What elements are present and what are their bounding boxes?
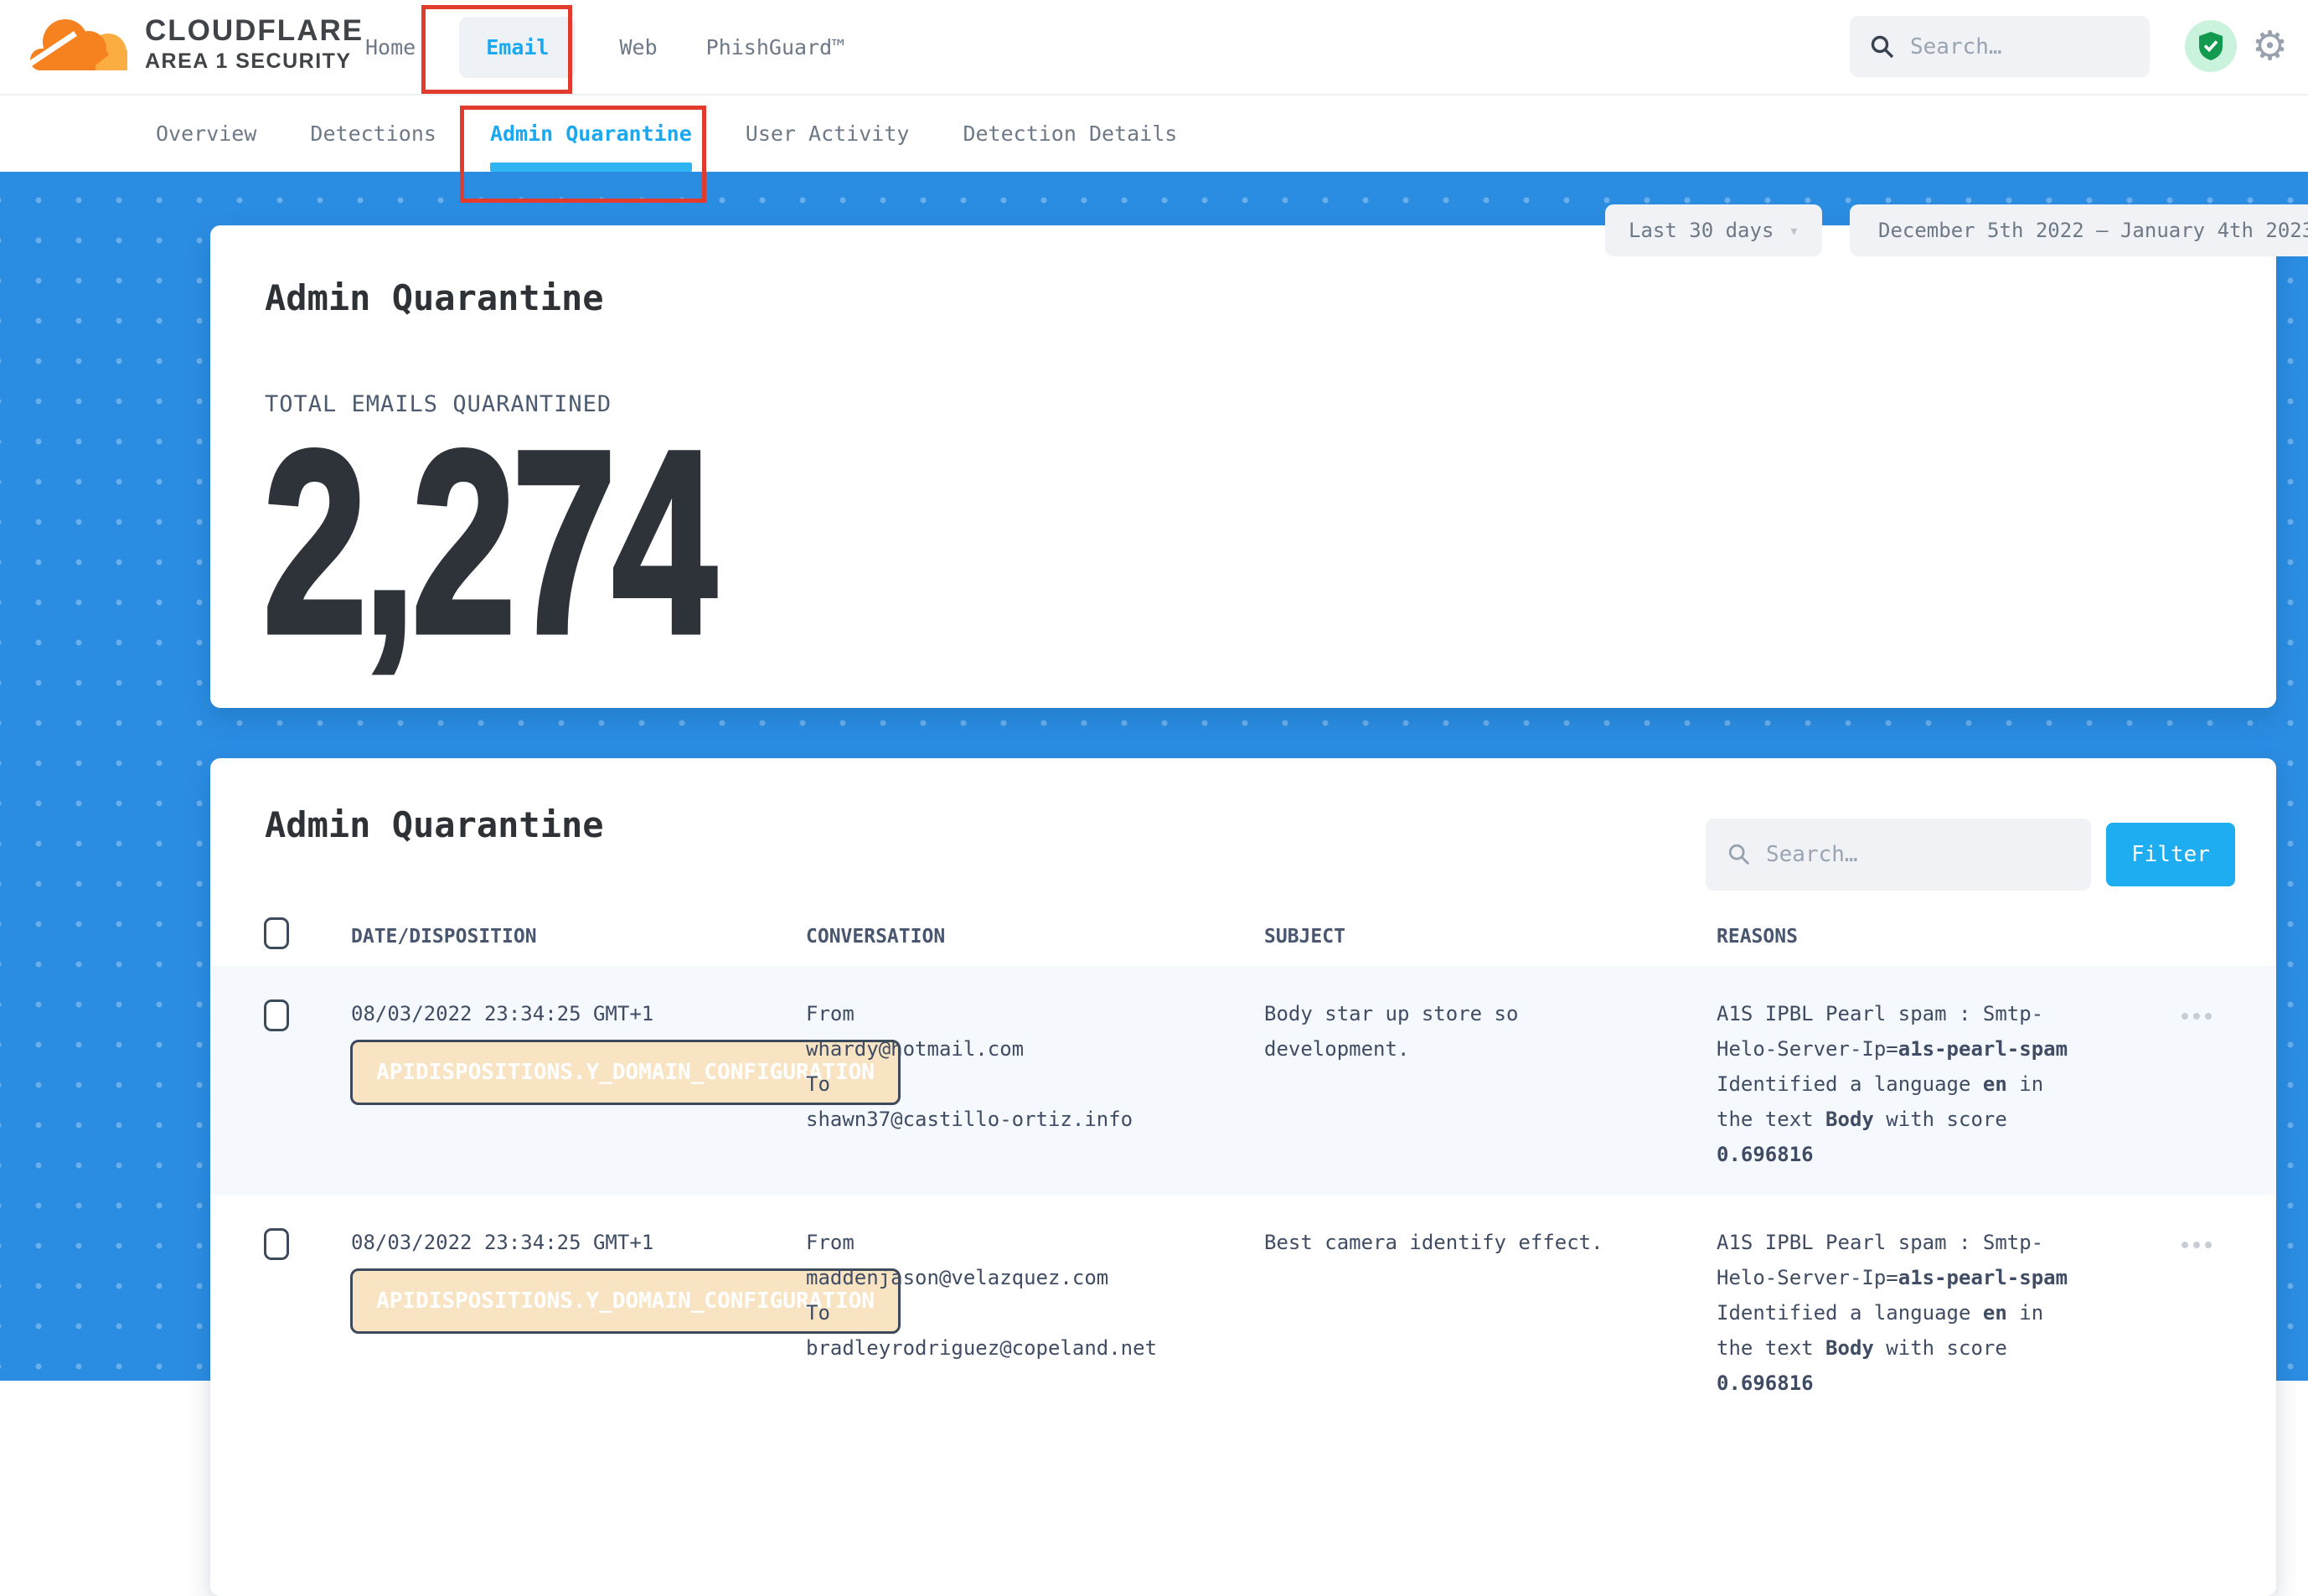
column-header-reasons[interactable]: REASONS (1717, 926, 1798, 948)
filter-button[interactable]: Filter (2106, 823, 2235, 886)
column-header-date[interactable]: DATE/DISPOSITION (351, 926, 537, 948)
tab-detection-details[interactable]: Detection Details (963, 96, 1177, 172)
tab-overview[interactable]: Overview (156, 96, 256, 172)
table-search-input[interactable] (1764, 841, 2022, 868)
subject-cell: Body star up store so development. (1264, 996, 1645, 1067)
table-row[interactable]: 08/03/2022 23:34:25 GMT+1 APIDISPOSITION… (210, 1195, 2276, 1423)
quarantine-table-card: Admin Quarantine Filter DATE/DISPOSITION… (210, 758, 2276, 1596)
row-checkbox[interactable] (264, 999, 289, 1031)
active-tab-underline (490, 163, 692, 172)
brand-name: CLOUDFLARE (145, 14, 364, 48)
table-row[interactable]: 08/03/2022 23:34:25 GMT+1 APIDISPOSITION… (210, 966, 2276, 1195)
tab-admin-quarantine[interactable]: Admin Quarantine (490, 96, 692, 172)
top-nav-items: Home Email Web PhishGuard™ (360, 0, 849, 94)
nav-item-phishguard[interactable]: PhishGuard™ (701, 27, 850, 68)
shield-check-icon (2197, 31, 2224, 61)
tab-detections[interactable]: Detections (310, 96, 436, 172)
brand-subname: AREA 1 SECURITY (145, 48, 364, 75)
time-range-dropdown[interactable]: Last 30 days ▾ (1605, 204, 1822, 256)
protection-status-badge[interactable] (2185, 20, 2237, 72)
table-search[interactable] (1706, 819, 2091, 891)
table-card-title: Admin Quarantine (265, 804, 604, 845)
quarantine-summary-card: Admin Quarantine TOTAL EMAILS QUARANTINE… (210, 225, 2276, 708)
date-cell: 08/03/2022 23:34:25 GMT+1 (351, 996, 653, 1031)
nav-item-email[interactable]: Email (459, 17, 576, 78)
cloudflare-cloud-icon (28, 8, 133, 80)
gear-icon[interactable]: ⚙ (2252, 18, 2288, 74)
search-icon (1727, 843, 1751, 866)
chevron-down-icon: ▾ (1789, 220, 1799, 240)
subject-cell: Best camera identify effect. (1264, 1225, 1645, 1260)
brand-text: CLOUDFLARE AREA 1 SECURITY (145, 14, 364, 75)
summary-card-title: Admin Quarantine (265, 277, 604, 318)
row-actions-menu[interactable] (2181, 1013, 2212, 1020)
row-checkbox[interactable] (264, 1228, 289, 1260)
cloudflare-logo[interactable]: CLOUDFLARE AREA 1 SECURITY (28, 8, 364, 80)
row-actions-menu[interactable] (2181, 1242, 2212, 1248)
search-icon (1870, 34, 1895, 59)
page-background: Admin Quarantine TOTAL EMAILS QUARANTINE… (0, 170, 2308, 1381)
global-search-input[interactable] (1908, 34, 2108, 60)
conversation-cell: Fromwhardy@hotmail.comToshawn37@castillo… (806, 996, 1191, 1137)
top-nav: CLOUDFLARE AREA 1 SECURITY Home Email We… (0, 0, 2308, 94)
metric-value: 2,274 (263, 433, 713, 651)
date-range-display[interactable]: December 5th 2022 — January 4th 2023 (1850, 204, 2308, 256)
column-header-conversation[interactable]: CONVERSATION (806, 926, 945, 948)
nav-item-web[interactable]: Web (614, 27, 662, 68)
date-cell: 08/03/2022 23:34:25 GMT+1 (351, 1225, 653, 1260)
sub-nav-items: Overview Detections Admin Quarantine Use… (156, 96, 1177, 172)
global-search[interactable] (1850, 16, 2150, 77)
nav-item-home[interactable]: Home (360, 27, 421, 68)
reasons-cell: A1S IPBL Pearl spam : Smtp-Helo-Server-I… (1717, 996, 2085, 1172)
conversation-cell: Frommaddenjason@velazquez.comTobradleyro… (806, 1225, 1191, 1366)
column-header-subject[interactable]: SUBJECT (1264, 926, 1345, 948)
tab-user-activity[interactable]: User Activity (746, 96, 910, 172)
email-sub-nav: Overview Detections Admin Quarantine Use… (0, 94, 2308, 172)
select-all-checkbox[interactable] (264, 917, 289, 949)
reasons-cell: A1S IPBL Pearl spam : Smtp-Helo-Server-I… (1717, 1225, 2085, 1401)
